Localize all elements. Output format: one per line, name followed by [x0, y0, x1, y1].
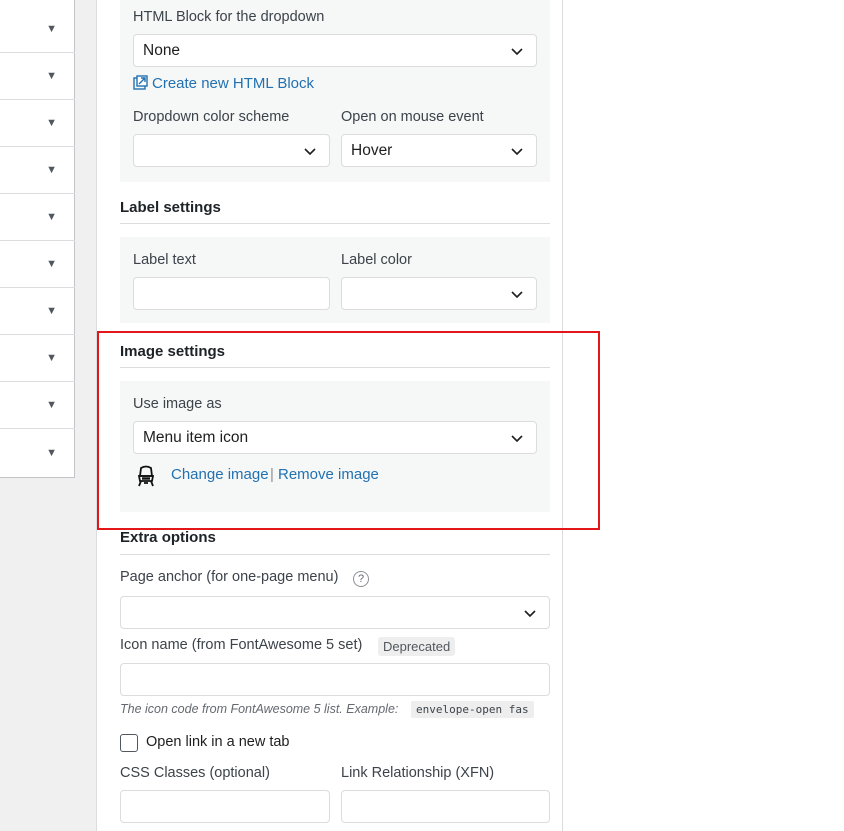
menu-item-row[interactable]: ▼ — [0, 53, 75, 100]
change-image-link[interactable]: Change image — [171, 466, 269, 483]
menu-item-row[interactable]: ▼ — [0, 288, 75, 335]
open-event-value: Hover — [351, 142, 393, 159]
divider — [120, 367, 550, 368]
menu-item-row[interactable]: ▼ — [0, 147, 75, 194]
expand-arrow-icon[interactable]: ▼ — [46, 352, 57, 364]
menu-item-row[interactable]: ▼ — [0, 6, 75, 53]
extra-options-heading: Extra options — [120, 529, 216, 546]
icon-name-input[interactable] — [120, 663, 550, 696]
divider — [120, 223, 550, 224]
chevron-down-icon — [304, 148, 316, 156]
menu-item-row[interactable]: ▼ — [0, 100, 75, 147]
xfn-input[interactable] — [341, 790, 550, 823]
html-block-select[interactable]: None — [133, 34, 537, 67]
expand-arrow-icon[interactable]: ▼ — [46, 399, 57, 411]
chevron-down-icon — [511, 48, 523, 56]
image-settings-heading: Image settings — [120, 343, 226, 360]
label-color-label: Label color — [341, 252, 412, 268]
menu-item-row[interactable]: ▼ — [0, 429, 75, 476]
menu-item-image-thumbnail-icon — [137, 465, 155, 487]
page-anchor-select[interactable] — [120, 596, 550, 629]
label-settings-heading: Label settings — [120, 199, 221, 216]
menu-item-row[interactable]: ▼ — [0, 335, 75, 382]
use-image-as-select[interactable]: Menu item icon — [133, 421, 537, 454]
xfn-label: Link Relationship (XFN) — [341, 765, 495, 781]
html-block-label: HTML Block for the dropdown — [133, 9, 325, 25]
chevron-down-icon — [511, 435, 523, 443]
menu-item-row[interactable]: ▼ — [0, 194, 75, 241]
dropdown-color-label: Dropdown color scheme — [133, 109, 290, 125]
expand-arrow-icon[interactable]: ▼ — [46, 305, 57, 317]
menu-item-row[interactable]: ▼ — [0, 241, 75, 288]
page-anchor-label: Page anchor (for one-page menu) — [120, 569, 339, 585]
remove-image-link[interactable]: Remove image — [278, 466, 379, 483]
label-text-input[interactable] — [133, 277, 330, 310]
help-icon[interactable]: ? — [353, 571, 369, 587]
html-block-value: None — [143, 42, 181, 59]
icon-help-text: The icon code from FontAwesome 5 list. E… — [120, 702, 399, 716]
open-event-select[interactable]: Hover — [341, 134, 537, 167]
css-classes-label: CSS Classes (optional) — [120, 765, 270, 781]
link-separator: | — [270, 466, 274, 483]
css-classes-input[interactable] — [120, 790, 330, 823]
label-color-select[interactable] — [341, 277, 537, 310]
expand-arrow-icon[interactable]: ▼ — [46, 164, 57, 176]
chevron-down-icon — [524, 610, 536, 618]
expand-arrow-icon[interactable]: ▼ — [46, 258, 57, 270]
expand-arrow-icon[interactable]: ▼ — [46, 211, 57, 223]
use-image-as-label: Use image as — [133, 396, 222, 412]
expand-arrow-icon[interactable]: ▼ — [46, 70, 57, 82]
chevron-down-icon — [511, 148, 523, 156]
create-html-block-link[interactable]: Create new HTML Block — [152, 75, 314, 92]
expand-arrow-icon[interactable]: ▼ — [46, 117, 57, 129]
icon-name-label: Icon name (from FontAwesome 5 set) — [120, 637, 363, 653]
deprecated-badge: Deprecated — [378, 637, 456, 656]
external-link-icon — [133, 75, 148, 90]
new-tab-label: Open link in a new tab — [146, 734, 290, 750]
chevron-down-icon — [511, 291, 523, 299]
open-event-label: Open on mouse event — [341, 109, 484, 125]
label-text-label: Label text — [133, 252, 196, 268]
expand-arrow-icon[interactable]: ▼ — [46, 23, 57, 35]
dropdown-color-select[interactable] — [133, 134, 330, 167]
divider — [120, 554, 550, 555]
left-area: ▼ ▼ ▼ ▼ ▼ ▼ ▼ ▼ ▼ ▼ — [0, 0, 96, 831]
icon-example-code: envelope-open fas — [411, 701, 534, 718]
use-image-as-value: Menu item icon — [143, 429, 249, 446]
menu-item-row[interactable]: ▼ — [0, 382, 75, 429]
new-tab-checkbox[interactable] — [120, 734, 138, 752]
expand-arrow-icon[interactable]: ▼ — [46, 447, 57, 459]
menu-items-list: ▼ ▼ ▼ ▼ ▼ ▼ ▼ ▼ ▼ ▼ — [0, 0, 75, 478]
